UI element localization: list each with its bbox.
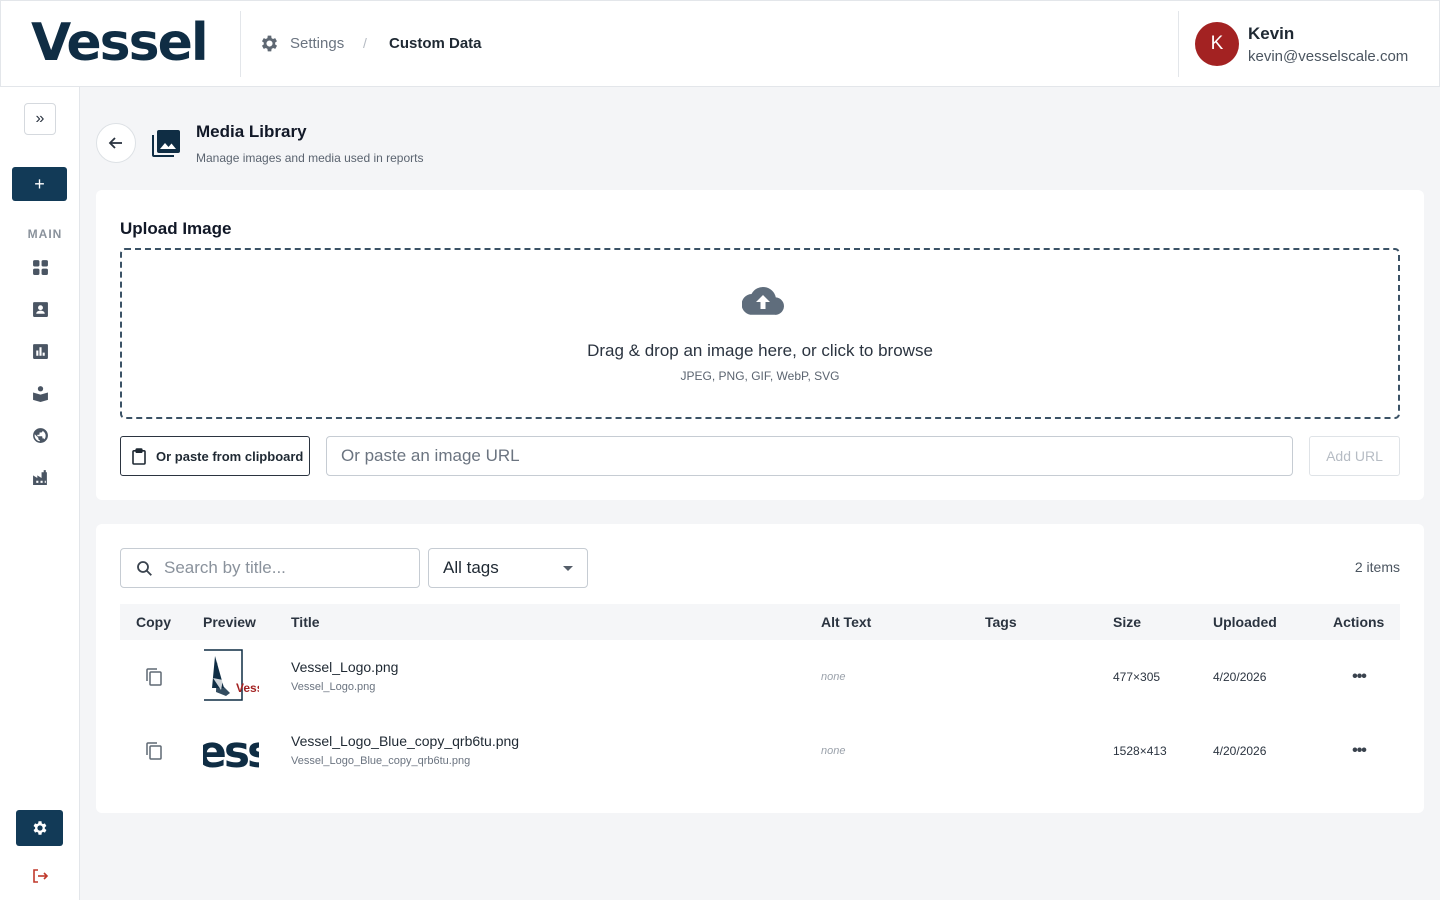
- back-button[interactable]: [96, 123, 136, 163]
- media-size: 477×305: [1113, 670, 1161, 684]
- paste-clipboard-label: Or paste from clipboard: [156, 448, 304, 464]
- sidebar-item-globe[interactable]: [28, 423, 52, 447]
- caret-down-icon: [563, 565, 573, 571]
- search-box[interactable]: [120, 548, 420, 588]
- table-row: ess Vessel_Logo_Blue_copy_qrb6tu.png Ves…: [120, 714, 1400, 788]
- upload-card: Upload Image Drag & drop an image here, …: [96, 190, 1424, 500]
- globe-icon: [32, 427, 48, 443]
- image-url-input[interactable]: [326, 436, 1293, 476]
- reports-icon: [32, 343, 48, 359]
- row-actions-button[interactable]: •••: [1347, 667, 1371, 687]
- learning-icon: [32, 385, 48, 402]
- media-alt-text: none: [821, 745, 846, 757]
- gear-icon: [33, 821, 46, 835]
- media-filename: Vessel_Logo_Blue_copy_qrb6tu.png: [291, 755, 471, 767]
- vessel-blue-logo-thumbnail: ess: [203, 723, 259, 779]
- column-header[interactable]: Actions: [1333, 614, 1384, 630]
- expand-sidebar-button[interactable]: »: [24, 103, 56, 135]
- add-url-button[interactable]: Add URL: [1309, 436, 1400, 476]
- column-header[interactable]: Size: [1113, 614, 1141, 630]
- media-uploaded-date: 4/20/2026: [1213, 744, 1267, 758]
- contacts-icon: [32, 301, 48, 317]
- dropzone-instructions: Drag & drop an image here, or click to b…: [587, 341, 933, 360]
- column-header[interactable]: Tags: [985, 614, 1017, 630]
- column-header[interactable]: Uploaded: [1213, 614, 1277, 630]
- image-library-icon: [152, 130, 180, 157]
- sidebar-item-settings[interactable]: [16, 810, 63, 846]
- nav-section-label: MAIN: [27, 227, 63, 241]
- breadcrumb-settings-label: Settings: [290, 35, 345, 52]
- page-title: Media Library: [196, 122, 307, 141]
- top-header: Vessel Settings / Custom Data K Kevin ke…: [0, 0, 1440, 87]
- media-title[interactable]: Vessel_Logo.png: [291, 659, 398, 675]
- sidebar: » + MAIN: [0, 87, 80, 900]
- header-divider: [240, 11, 241, 77]
- table-row: Vess Vessel_Logo.png Vessel_Logo.png non…: [120, 640, 1400, 714]
- copy-button[interactable]: [145, 667, 165, 687]
- media-title[interactable]: Vessel_Logo_Blue_copy_qrb6tu.png: [291, 733, 519, 749]
- column-header[interactable]: Preview: [203, 614, 256, 630]
- user-name: Kevin: [1248, 24, 1295, 43]
- gear-icon: [261, 35, 278, 52]
- chevrons-right-icon: »: [35, 110, 45, 127]
- media-filename: Vessel_Logo.png: [291, 681, 376, 693]
- tag-filter-select[interactable]: All tags: [428, 548, 588, 588]
- media-uploaded-date: 4/20/2026: [1213, 670, 1267, 684]
- search-icon: [137, 560, 152, 576]
- cloud-upload-icon: [742, 286, 784, 315]
- sidebar-item-factory[interactable]: [28, 465, 52, 489]
- avatar[interactable]: K: [1195, 22, 1239, 66]
- copy-button[interactable]: [145, 741, 165, 761]
- column-header[interactable]: Alt Text: [821, 614, 871, 630]
- sidebar-item-dashboard[interactable]: [28, 255, 52, 279]
- sidebar-item-reports[interactable]: [28, 339, 52, 363]
- image-preview[interactable]: ess: [203, 723, 259, 779]
- image-preview[interactable]: Vess: [203, 648, 259, 704]
- more-icon: •••: [1352, 742, 1367, 759]
- header-divider: [1178, 11, 1179, 77]
- tag-filter-value: All tags: [443, 558, 499, 577]
- row-actions-button[interactable]: •••: [1347, 741, 1371, 761]
- factory-icon: [32, 469, 47, 485]
- vessel-logo[interactable]: Vessel: [31, 13, 209, 73]
- media-list-card: All tags 2 items Copy Preview Title Alt …: [96, 524, 1424, 813]
- more-icon: •••: [1352, 668, 1367, 685]
- breadcrumb-separator: /: [363, 35, 367, 51]
- breadcrumb-current: Custom Data: [389, 35, 482, 52]
- image-dropzone[interactable]: Drag & drop an image here, or click to b…: [120, 248, 1400, 419]
- sidebar-item-contacts[interactable]: [28, 297, 52, 321]
- clipboard-icon: [132, 447, 146, 465]
- logout-button[interactable]: [28, 864, 52, 888]
- column-header[interactable]: Copy: [136, 614, 171, 630]
- arrow-left-icon: [108, 137, 122, 149]
- vessel-logo-thumbnail: Vess: [203, 648, 259, 704]
- table-header: Copy Preview Title Alt Text Tags Size Up…: [120, 604, 1400, 640]
- dropzone-formats: JPEG, PNG, GIF, WebP, SVG: [680, 369, 840, 383]
- upload-title: Upload Image: [120, 219, 232, 238]
- dashboard-icon: [32, 259, 48, 275]
- media-alt-text: none: [821, 671, 846, 683]
- logout-icon: [33, 869, 49, 883]
- page-subtitle: Manage images and media used in reports: [196, 151, 424, 165]
- paste-clipboard-button[interactable]: Or paste from clipboard: [120, 436, 310, 476]
- create-new-button[interactable]: +: [12, 167, 67, 201]
- items-count: 2 items: [1354, 559, 1400, 575]
- copy-icon: [146, 668, 162, 686]
- preview-text: Vess: [236, 681, 259, 695]
- user-email: kevin@vesselscale.com: [1248, 48, 1409, 65]
- search-input[interactable]: [164, 558, 404, 578]
- preview-text: ess: [203, 727, 259, 778]
- sidebar-item-learning[interactable]: [28, 381, 52, 405]
- copy-icon: [146, 742, 162, 760]
- media-size: 1528×413: [1113, 744, 1167, 758]
- column-header[interactable]: Title: [291, 614, 320, 630]
- breadcrumb-settings[interactable]: Settings: [259, 33, 344, 54]
